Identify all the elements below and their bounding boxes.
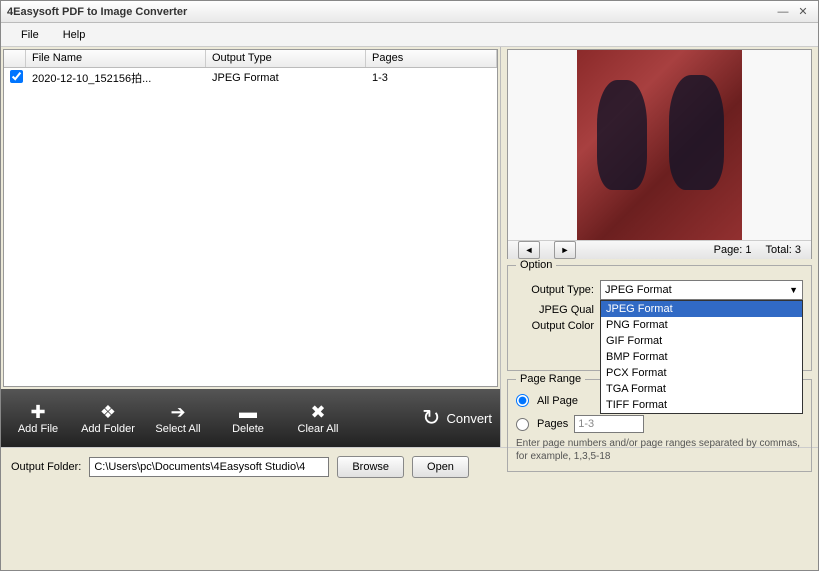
pages-text: Pages bbox=[537, 418, 568, 430]
output-folder-input[interactable] bbox=[89, 457, 329, 477]
row-pages: 1-3 bbox=[366, 70, 497, 86]
table-header: File Name Output Type Pages bbox=[4, 50, 497, 68]
preview-panel: ◄ ► Page: 1 Total: 3 bbox=[507, 49, 812, 259]
file-table: File Name Output Type Pages 2020-12-10_1… bbox=[3, 49, 498, 387]
add-folder-label: Add Folder bbox=[81, 423, 135, 435]
col-check[interactable] bbox=[4, 50, 26, 67]
outputtype-dropdown: JPEG Format PNG Format GIF Format BMP Fo… bbox=[600, 300, 803, 414]
folder-plus-icon: ❖ bbox=[100, 401, 116, 423]
browse-button[interactable]: Browse bbox=[337, 456, 404, 478]
dropdown-option[interactable]: JPEG Format bbox=[601, 301, 802, 317]
select-all-label: Select All bbox=[155, 423, 200, 435]
col-filename[interactable]: File Name bbox=[26, 50, 206, 67]
next-page-button[interactable]: ► bbox=[554, 241, 576, 259]
preview-image bbox=[577, 50, 742, 240]
outputtype-label: Output Type: bbox=[516, 284, 594, 296]
dropdown-option[interactable]: BMP Format bbox=[601, 349, 802, 365]
dropdown-option[interactable]: TGA Format bbox=[601, 381, 802, 397]
convert-label: Convert bbox=[446, 411, 492, 426]
preview-nav: ◄ ► Page: 1 Total: 3 bbox=[508, 240, 811, 259]
outputtype-value: JPEG Format bbox=[605, 284, 672, 296]
delete-label: Delete bbox=[232, 423, 264, 435]
allpage-radio-label[interactable]: All Page bbox=[516, 394, 578, 407]
pagerange-hint: Enter page numbers and/or page ranges se… bbox=[516, 437, 803, 463]
title-bar: 4Easysoft PDF to Image Converter — ✕ bbox=[1, 1, 818, 23]
dropdown-option[interactable]: GIF Format bbox=[601, 333, 802, 349]
menu-bar: File Help bbox=[1, 23, 818, 47]
allpage-radio[interactable] bbox=[516, 394, 529, 407]
outputcolor-label: Output Color bbox=[516, 320, 594, 332]
dropdown-arrow-icon: ▼ bbox=[789, 285, 798, 295]
plus-icon: ✚ bbox=[30, 401, 45, 423]
menu-file[interactable]: File bbox=[9, 26, 51, 44]
clear-all-button[interactable]: ✖ Clear All bbox=[289, 401, 347, 435]
preview-image-area bbox=[508, 50, 811, 240]
close-button[interactable]: ✕ bbox=[794, 4, 812, 20]
dropdown-option[interactable]: TIFF Format bbox=[601, 397, 802, 413]
open-button[interactable]: Open bbox=[412, 456, 469, 478]
dropdown-option[interactable]: PCX Format bbox=[601, 365, 802, 381]
convert-button[interactable]: ↻ Convert bbox=[422, 407, 492, 429]
output-folder-label: Output Folder: bbox=[11, 461, 81, 473]
allpage-text: All Page bbox=[537, 395, 578, 407]
window-title: 4Easysoft PDF to Image Converter bbox=[7, 6, 772, 18]
row-checkbox[interactable] bbox=[10, 70, 23, 83]
add-file-button[interactable]: ✚ Add File bbox=[9, 401, 67, 435]
dropdown-option[interactable]: PNG Format bbox=[601, 317, 802, 333]
minus-icon: ▬ bbox=[239, 401, 257, 423]
menu-help[interactable]: Help bbox=[51, 26, 98, 44]
pages-input[interactable] bbox=[574, 415, 644, 433]
outputtype-select[interactable]: JPEG Format ▼ bbox=[600, 280, 803, 300]
page-indicator: Page: 1 bbox=[714, 244, 752, 256]
col-pages[interactable]: Pages bbox=[366, 50, 497, 67]
pages-radio[interactable] bbox=[516, 418, 529, 431]
prev-page-button[interactable]: ◄ bbox=[518, 241, 540, 259]
add-file-label: Add File bbox=[18, 423, 58, 435]
delete-button[interactable]: ▬ Delete bbox=[219, 401, 277, 435]
jpegquality-label: JPEG Qual bbox=[516, 304, 594, 316]
x-icon: ✖ bbox=[310, 401, 325, 423]
arrow-right-icon: ➔ bbox=[170, 401, 185, 423]
total-pages: Total: 3 bbox=[766, 244, 801, 256]
option-group: Option Output Type: JPEG Format ▼ JPEG F… bbox=[507, 265, 812, 371]
row-filename: 2020-12-10_152156拍... bbox=[26, 68, 206, 88]
action-toolbar: ✚ Add File ❖ Add Folder ➔ Select All ▬ D… bbox=[1, 389, 500, 447]
pagerange-legend: Page Range bbox=[516, 373, 585, 385]
clear-all-label: Clear All bbox=[298, 423, 339, 435]
select-all-button[interactable]: ➔ Select All bbox=[149, 401, 207, 435]
table-row[interactable]: 2020-12-10_152156拍... JPEG Format 1-3 bbox=[4, 68, 497, 88]
minimize-button[interactable]: — bbox=[774, 4, 792, 20]
row-outputtype: JPEG Format bbox=[206, 70, 366, 86]
col-outputtype[interactable]: Output Type bbox=[206, 50, 366, 67]
refresh-icon: ↻ bbox=[422, 407, 440, 429]
add-folder-button[interactable]: ❖ Add Folder bbox=[79, 401, 137, 435]
option-legend: Option bbox=[516, 259, 556, 271]
pages-radio-label[interactable]: Pages bbox=[516, 415, 803, 433]
